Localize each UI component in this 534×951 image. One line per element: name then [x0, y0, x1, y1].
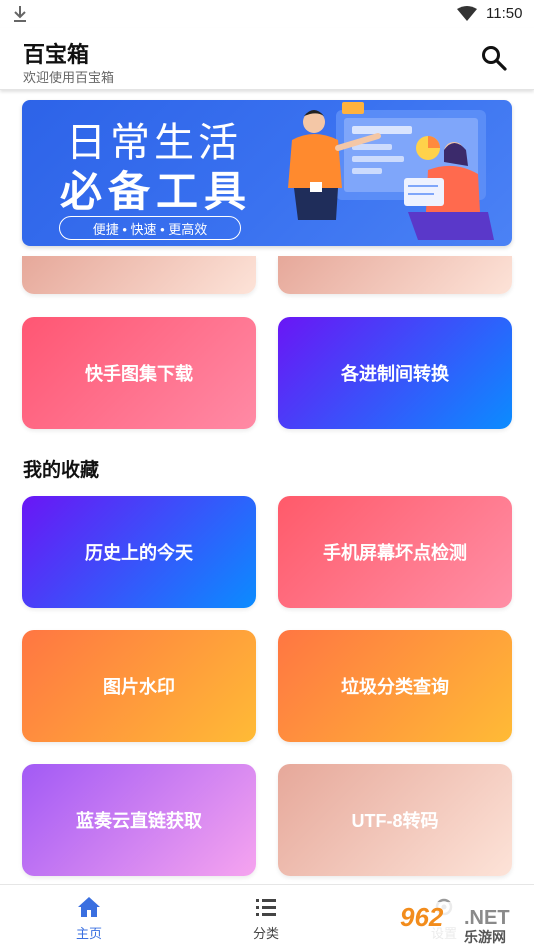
page-title: 百宝箱 — [23, 42, 90, 67]
tool-tile-base-converter[interactable]: 各进制间转换 — [278, 317, 512, 429]
wifi-icon — [457, 6, 477, 21]
favorite-tile-history-today[interactable]: 历史上的今天 — [22, 496, 256, 608]
home-icon — [78, 897, 100, 917]
tool-tile-kuaishou-download[interactable]: 快手图集下载 — [22, 317, 256, 429]
tile-label: 各进制间转换 — [341, 364, 449, 384]
site-watermark: 962 .NET 乐游网 — [394, 900, 532, 946]
favorites-heading: 我的收藏 — [23, 460, 100, 481]
main-content[interactable]: 日常生活 必备工具 便捷 • 快速 • 更高效 快手图集下载 各进制间转换 我的… — [0, 92, 534, 884]
tile-label: UTF-8转码 — [351, 811, 439, 831]
nav-home[interactable]: 主页 — [49, 895, 129, 945]
search-button[interactable] — [478, 42, 510, 74]
status-bar: 11:50 — [0, 0, 534, 28]
banner-tagline: 便捷 • 快速 • 更高效 — [59, 216, 241, 240]
favorite-tile-utf8-convert[interactable]: UTF-8转码 — [278, 764, 512, 876]
watermark-number: 962 — [400, 902, 444, 932]
download-icon — [14, 6, 26, 22]
nav-label: 主页 — [75, 926, 102, 941]
promo-banner[interactable]: 日常生活 必备工具 便捷 • 快速 • 更高效 — [22, 100, 512, 246]
tile-label: 垃圾分类查询 — [341, 677, 449, 697]
watermark-site: 乐游网 — [464, 929, 506, 946]
watermark-logo: 962 .NET 乐游网 — [394, 902, 532, 946]
banner-illustration — [288, 102, 494, 240]
tile-label: 图片水印 — [103, 677, 175, 697]
search-icon — [482, 46, 507, 71]
status-time: 11:50 — [486, 5, 523, 22]
nav-category[interactable]: 分类 — [226, 895, 306, 945]
favorite-tile-lanzou-link[interactable]: 蓝奏云直链获取 — [22, 764, 256, 876]
tile-label: 蓝奏云直链获取 — [76, 811, 202, 831]
favorite-tile-image-watermark[interactable]: 图片水印 — [22, 630, 256, 742]
tile-label: 快手图集下载 — [85, 364, 193, 384]
tile-label: 历史上的今天 — [85, 543, 193, 563]
app-header: 百宝箱 欢迎使用百宝箱 — [0, 28, 534, 90]
tile-label: 手机屏幕坏点检测 — [323, 543, 467, 563]
watermark-domain: .NET — [464, 907, 510, 929]
list-icon — [256, 899, 276, 916]
banner-subheadline: 必备工具 — [60, 168, 253, 215]
favorite-tile-dead-pixel-test[interactable]: 手机屏幕坏点检测 — [278, 496, 512, 608]
tool-tile-partial-right[interactable] — [278, 256, 512, 294]
page-subtitle: 欢迎使用百宝箱 — [23, 70, 115, 85]
tool-tile-partial-left[interactable] — [22, 256, 256, 294]
nav-label: 分类 — [252, 926, 279, 941]
favorite-tile-garbage-sorting[interactable]: 垃圾分类查询 — [278, 630, 512, 742]
